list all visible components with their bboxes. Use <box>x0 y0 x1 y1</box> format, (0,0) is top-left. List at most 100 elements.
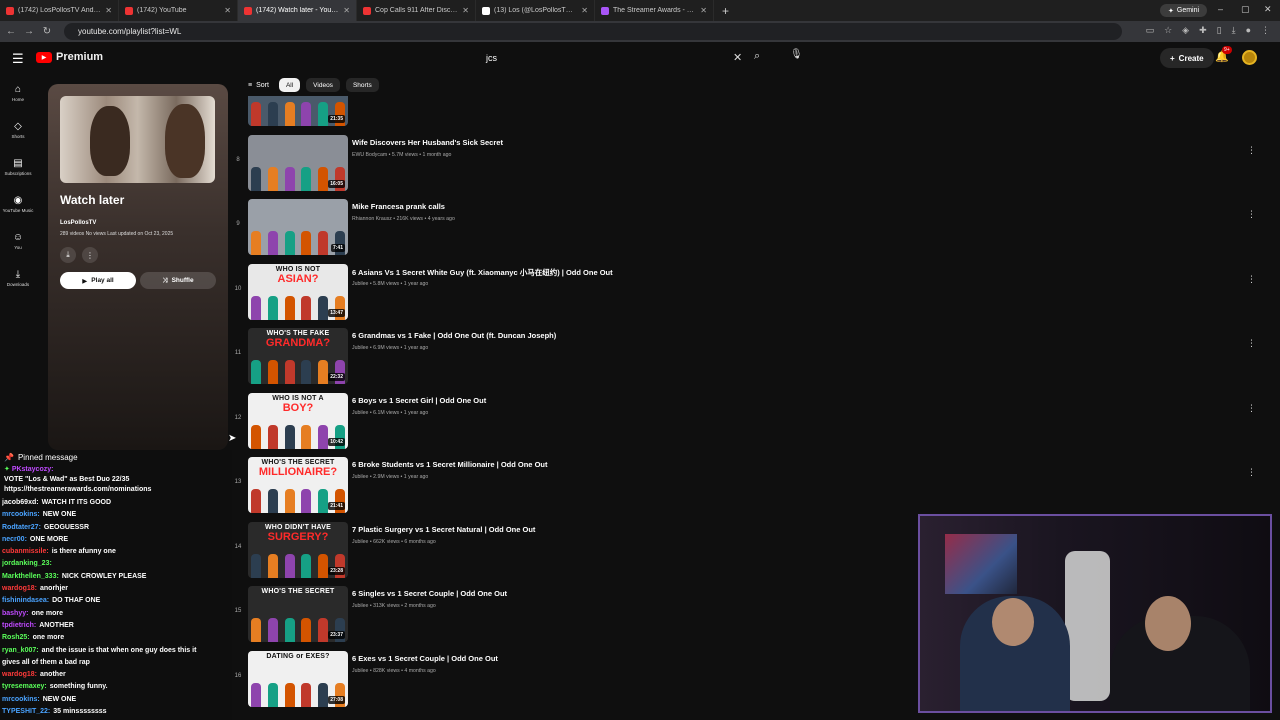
video-menu-icon[interactable]: ⋮ <box>1247 145 1256 156</box>
video-thumbnail[interactable]: 16:05 <box>248 134 348 191</box>
browser-tab[interactable]: (1742) LosPollosTV And Dad R ✕ <box>0 0 119 21</box>
video-row[interactable]: 12 WHO IS NOT A BOY? 10:42 6 Boys vs 1 Secre… <box>230 392 1260 453</box>
close-tab-icon[interactable]: ✕ <box>224 6 231 15</box>
browser-tab[interactable]: (1742) Watch later - YouTube ✕ <box>238 0 357 21</box>
extension-icon[interactable]: ◈ <box>1182 25 1189 36</box>
playlist-owner[interactable]: LosPollosTV <box>60 220 96 226</box>
video-menu-icon[interactable]: ⋮ <box>1247 403 1256 414</box>
video-title[interactable]: 7 Plastic Surgery vs 1 Secret Natural | … <box>352 525 535 534</box>
play-all-button[interactable]: ▶ Play all <box>60 272 136 289</box>
more-options-icon[interactable]: ⋮ <box>82 247 98 263</box>
video-title[interactable]: 6 Singles vs 1 Secret Couple | Odd One O… <box>352 589 507 598</box>
video-title[interactable]: 6 Exes vs 1 Secret Couple | Odd One Out <box>352 654 498 663</box>
video-title[interactable]: 6 Broke Students vs 1 Secret Millionaire… <box>352 460 547 469</box>
browser-tab[interactable]: Cop Calls 911 After Discoverin ✕ <box>357 0 476 21</box>
close-tab-icon[interactable]: ✕ <box>105 6 112 15</box>
video-thumbnail[interactable]: 7:41 <box>248 199 348 255</box>
avatar[interactable] <box>1242 50 1257 65</box>
rail-item-shorts[interactable]: ◇ Shorts <box>0 111 36 148</box>
close-tab-icon[interactable]: ✕ <box>581 6 588 15</box>
new-tab-icon[interactable]: + <box>714 4 737 18</box>
video-thumbnail[interactable]: WHO IS NOT A BOY? 10:42 <box>248 392 348 449</box>
video-row[interactable]: 11 WHO'S THE FAKE GRANDMA? 22:32 6 Grandmas … <box>230 328 1260 388</box>
create-button[interactable]: + Create <box>1160 48 1214 68</box>
video-thumbnail[interactable]: WHO IS NOT ASIAN? 13:47 <box>248 263 348 320</box>
microphone-icon[interactable]: 🎙 <box>790 49 804 63</box>
video-menu-icon[interactable]: ⋮ <box>1247 467 1256 478</box>
forward-icon[interactable]: → <box>20 26 38 37</box>
minimize-icon[interactable]: – <box>1218 4 1223 14</box>
close-tab-icon[interactable]: ✕ <box>700 6 707 15</box>
rail-item-subscriptions[interactable]: ▤ Subscriptions <box>0 148 36 185</box>
hamburger-menu-icon[interactable]: ☰ <box>12 51 24 67</box>
thumbnail-person <box>284 682 295 707</box>
close-tab-icon[interactable]: ✕ <box>343 6 350 15</box>
youtube-premium-logo[interactable]: ▶ Premium <box>36 51 103 63</box>
video-row[interactable]: 13 WHO'S THE SECRET MILLIONAIRE? 21:41 6 Bro… <box>230 457 1260 517</box>
filter-chip-videos[interactable]: Videos <box>306 78 340 92</box>
sort-button[interactable]: ≡ Sort <box>248 82 269 89</box>
video-title[interactable]: 6 Grandmas vs 1 Fake | Odd One Out (ft. … <box>352 331 556 340</box>
download-browser-icon[interactable]: ⤓ <box>1232 25 1236 36</box>
thumbnail-figure <box>90 106 130 176</box>
video-thumbnail[interactable]: WHO DIDN'T HAVE SURGERY? 23:28 <box>248 521 348 578</box>
video-menu-icon[interactable]: ⋮ <box>1247 338 1256 349</box>
kebab-icon[interactable]: ⋮ <box>1261 25 1270 36</box>
browser-tab[interactable]: (1742) YouTube ✕ <box>119 0 238 21</box>
close-tab-icon[interactable]: ✕ <box>462 6 469 15</box>
download-icon[interactable]: ⤓ <box>60 247 76 263</box>
thumbnail-person <box>251 295 262 320</box>
video-title[interactable]: 6 Asians Vs 1 Secret White Guy (ft. Xiao… <box>352 267 613 278</box>
video-thumbnail[interactable]: DATING or EXES? 27:08 <box>248 650 348 707</box>
video-thumbnail[interactable]: WHO'S THE SECRET 23:37 <box>248 586 348 642</box>
search-input[interactable]: jcs <box>478 48 748 68</box>
thumbnail-person <box>267 618 278 642</box>
rail-item-downloads[interactable]: ⤓ Downloads <box>0 259 36 296</box>
search-icon[interactable]: ⌕ <box>754 50 760 63</box>
puzzle-icon[interactable]: ✚ <box>1199 25 1207 36</box>
video-duration: 23:28 <box>328 566 345 575</box>
filter-chip-shorts[interactable]: Shorts <box>345 78 379 92</box>
rail-item-home[interactable]: ⌂ Home <box>0 74 36 111</box>
video-title[interactable]: 6 Boys vs 1 Secret Girl | Odd One Out <box>352 396 486 405</box>
thumbnail-person <box>267 682 278 707</box>
chat-text: another <box>40 671 66 679</box>
rail-item-you[interactable]: ☺ You <box>0 222 36 259</box>
rail-item-youtube-music[interactable]: ◉ YouTube Music <box>0 185 36 222</box>
video-title[interactable]: Mike Francesa prank calls <box>352 202 445 211</box>
browser-tab[interactable]: (13) Los (@LosPollosTV) / X ✕ <box>476 0 595 21</box>
close-window-icon[interactable]: ✕ <box>1264 4 1272 15</box>
gemini-button[interactable]: ✦ Gemini <box>1160 4 1208 17</box>
video-thumbnail[interactable]: slips up21:35 <box>248 96 348 126</box>
video-row[interactable]: 7slips up21:35STAYAWAKE - Crime & Psycho… <box>230 96 1260 130</box>
thumbnail-person <box>251 553 262 578</box>
video-menu-icon[interactable]: ⋮ <box>1247 274 1256 285</box>
video-menu-icon[interactable]: ⋮ <box>1247 209 1256 220</box>
browser-tab[interactable]: The Streamer Awards - Nomina ✕ <box>595 0 714 21</box>
sidebar-icon[interactable]: ▯ <box>1217 25 1222 36</box>
home-icon: ⌂ <box>14 83 22 95</box>
maximize-icon[interactable]: ▢ <box>1241 4 1250 15</box>
profile-icon[interactable]: ● <box>1246 25 1251 36</box>
install-icon[interactable]: ▭ <box>1146 25 1155 36</box>
thumbnail-person <box>301 682 312 707</box>
playlist-thumbnail[interactable] <box>60 96 215 183</box>
reload-icon[interactable]: ↻ <box>38 26 56 37</box>
video-title[interactable]: Wife Discovers Her Husband's Sick Secret <box>352 138 503 147</box>
shorts-icon: ◇ <box>14 120 22 132</box>
video-row[interactable]: 8 16:05 Wife Discovers Her Husband's Sick … <box>230 134 1260 195</box>
sort-icon: ≡ <box>248 81 253 89</box>
back-icon[interactable]: ← <box>2 26 20 37</box>
video-row[interactable]: 10 WHO IS NOT ASIAN? 13:47 6 Asians Vs 1 Sec… <box>230 263 1260 324</box>
video-thumbnail[interactable]: WHO'S THE FAKE GRANDMA? 22:32 <box>248 328 348 384</box>
video-thumbnail[interactable]: WHO'S THE SECRET MILLIONAIRE? 21:41 <box>248 457 348 513</box>
url-input[interactable]: youtube.com/playlist?list=WL <box>64 23 1122 40</box>
video-meta: Jubilee • 2.9M views • 1 year ago <box>352 474 429 480</box>
shuffle-button[interactable]: ⤨ Shuffle <box>140 272 216 289</box>
filter-chip-all[interactable]: All <box>278 78 301 92</box>
bookmark-star-icon[interactable]: ☆ <box>1164 25 1172 36</box>
video-row[interactable]: 9 7:41 Mike Francesa prank calls Rhiannon K… <box>230 199 1260 259</box>
gemini-label: Gemini <box>1176 7 1200 14</box>
clear-search-icon[interactable]: ✕ <box>733 51 742 64</box>
shuffle-label: Shuffle <box>171 277 194 284</box>
